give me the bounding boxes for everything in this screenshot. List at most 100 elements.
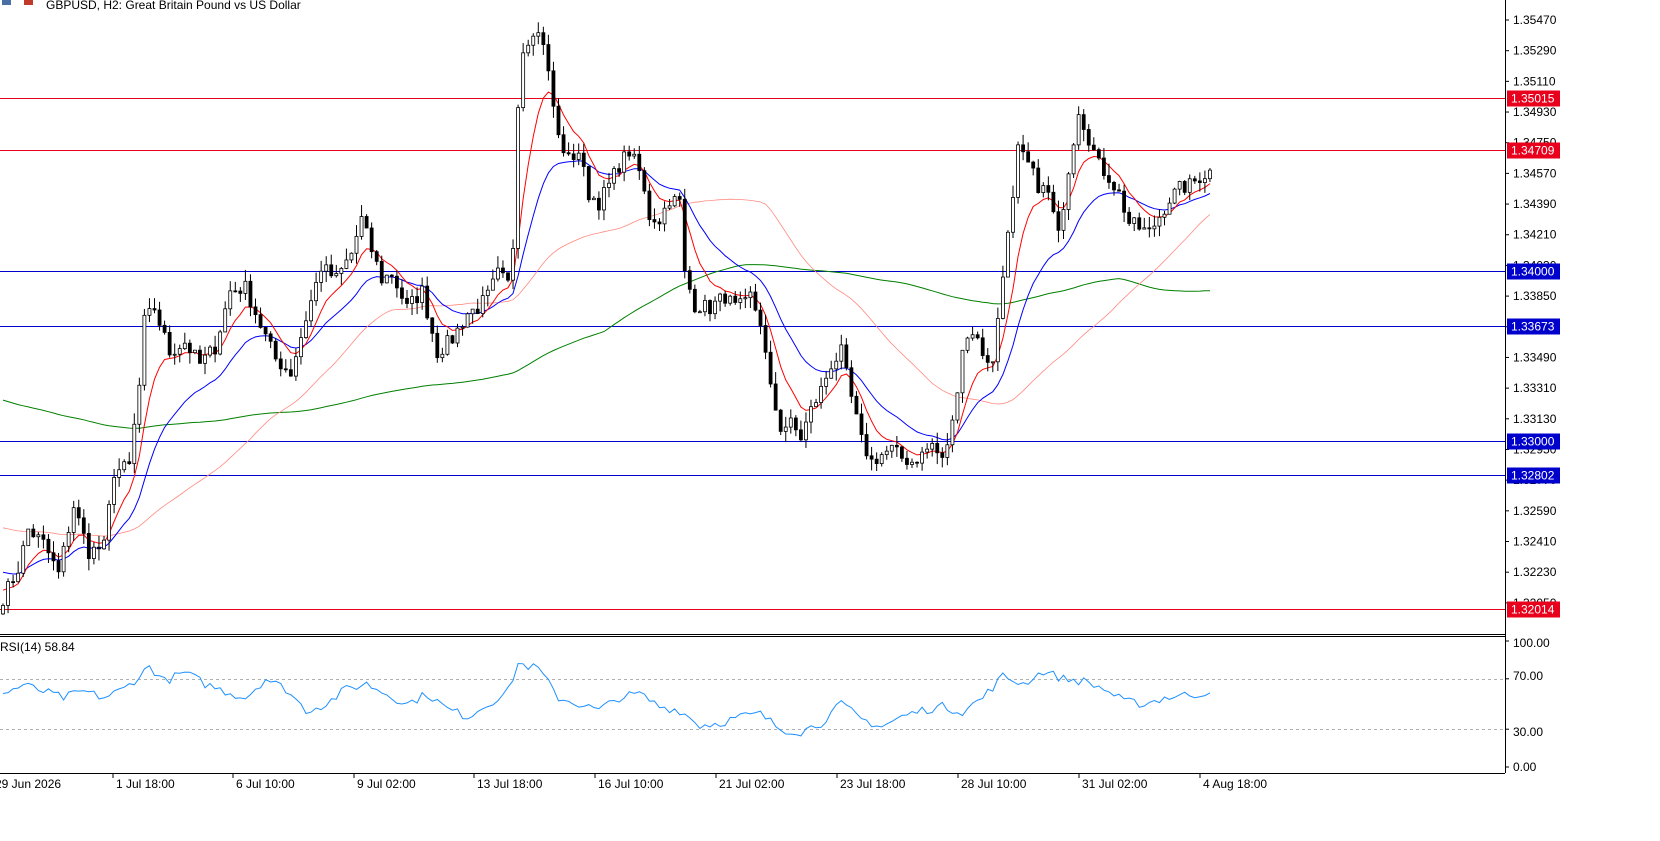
candle-body bbox=[566, 152, 571, 155]
candle-body bbox=[1167, 202, 1172, 215]
candle-body bbox=[718, 293, 722, 302]
candle-body bbox=[152, 308, 157, 311]
candle-body bbox=[672, 196, 677, 207]
candle-body bbox=[283, 368, 288, 371]
candle-body bbox=[753, 291, 758, 311]
candle-body bbox=[1036, 167, 1041, 193]
candle-body bbox=[142, 314, 147, 386]
time-tick-label: 13 Jul 18:00 bbox=[477, 777, 543, 791]
time-tick-label: 31 Jul 02:00 bbox=[1082, 777, 1148, 791]
candle-body bbox=[1016, 144, 1020, 198]
candle-body bbox=[228, 290, 233, 310]
candle-body bbox=[561, 134, 566, 154]
candle-body bbox=[869, 455, 874, 460]
candle-body bbox=[571, 153, 576, 160]
candle-body bbox=[435, 332, 440, 359]
candle-body bbox=[233, 290, 238, 293]
candle-body bbox=[203, 354, 207, 364]
time-tick-label: 16 Jul 10:00 bbox=[598, 777, 664, 791]
candle-body bbox=[1187, 178, 1192, 193]
candle-body bbox=[844, 344, 849, 369]
candle-body bbox=[1122, 190, 1126, 213]
candle-body bbox=[208, 346, 212, 356]
price-tick-label: 1.33310 bbox=[1513, 381, 1557, 395]
symbol-header: GBPUSD, H2: Great Britain Pound vs US Do… bbox=[2, 0, 301, 12]
candle-body bbox=[182, 342, 187, 350]
candle-body bbox=[198, 349, 202, 364]
candle-body bbox=[738, 298, 743, 303]
candle-body bbox=[960, 349, 965, 394]
candle-body bbox=[788, 417, 793, 428]
level-price-label: 1.33000 bbox=[1511, 435, 1555, 449]
candle-body bbox=[1056, 211, 1061, 231]
candle-body bbox=[879, 454, 884, 464]
rsi-tick-100: 100.00 bbox=[1513, 636, 1550, 650]
candle-body bbox=[773, 383, 778, 411]
level-price-label: 1.35015 bbox=[1511, 92, 1555, 106]
candle-body bbox=[652, 219, 657, 223]
candle-body bbox=[1157, 216, 1162, 227]
candle-body bbox=[804, 421, 808, 441]
time-tick-label: 21 Jul 02:00 bbox=[719, 777, 785, 791]
candle-body bbox=[243, 280, 248, 294]
candle-body bbox=[137, 384, 142, 425]
candle-body bbox=[11, 581, 16, 584]
candle-body bbox=[698, 311, 702, 314]
price-tick-label: 1.34390 bbox=[1513, 197, 1557, 211]
candle-body bbox=[1117, 189, 1121, 192]
candle-body bbox=[420, 285, 425, 304]
candle-body bbox=[46, 538, 51, 554]
candle-body bbox=[51, 552, 56, 562]
candle-body bbox=[1127, 211, 1132, 224]
candle-body bbox=[238, 290, 243, 294]
candle-body bbox=[728, 295, 733, 304]
candle-body bbox=[905, 457, 909, 465]
candle-body bbox=[167, 331, 172, 356]
candle-body bbox=[1006, 231, 1010, 278]
candle-body bbox=[632, 153, 637, 157]
candle-body bbox=[531, 35, 536, 46]
candle-body bbox=[36, 534, 41, 538]
candle-body bbox=[768, 351, 773, 385]
candle-body bbox=[925, 448, 930, 453]
candle-body bbox=[975, 334, 980, 339]
candle-body bbox=[324, 264, 329, 272]
candle-body bbox=[1147, 227, 1152, 230]
candle-body bbox=[495, 267, 500, 280]
candle-body bbox=[102, 539, 106, 550]
candle-body bbox=[1112, 182, 1116, 191]
candle-body bbox=[1, 605, 5, 615]
candle-body bbox=[945, 444, 950, 458]
candle-body bbox=[1132, 217, 1137, 224]
candle-body bbox=[1076, 114, 1081, 146]
candle-body bbox=[440, 353, 445, 359]
candle-body bbox=[344, 259, 349, 269]
candle-body bbox=[849, 367, 854, 397]
candle-body bbox=[829, 368, 834, 379]
candle-body bbox=[415, 296, 420, 304]
candle-body bbox=[713, 300, 717, 315]
candle-body bbox=[400, 287, 404, 299]
candle-body bbox=[1142, 227, 1147, 230]
candle-body bbox=[187, 342, 192, 354]
candle-body bbox=[192, 349, 197, 354]
candle-body bbox=[97, 546, 101, 550]
candle-body bbox=[490, 278, 495, 291]
price-chart[interactable]: GBPUSD, H2: Great Britain Pound vs US Do… bbox=[0, 0, 1660, 841]
candle-body bbox=[874, 458, 879, 464]
candle-body bbox=[71, 507, 76, 533]
candle-body bbox=[329, 264, 334, 277]
candle-body bbox=[602, 187, 606, 211]
candle-body bbox=[405, 297, 409, 304]
candle-body bbox=[288, 369, 293, 377]
candle-body bbox=[1177, 181, 1182, 190]
candle-body bbox=[591, 197, 596, 201]
candle-body bbox=[662, 207, 667, 225]
candle-body bbox=[657, 221, 662, 225]
candle-body bbox=[965, 337, 970, 351]
candle-body bbox=[92, 546, 96, 559]
candle-body bbox=[915, 461, 919, 464]
candle-body bbox=[465, 313, 470, 328]
candle-body bbox=[1192, 178, 1197, 182]
candle-body bbox=[21, 545, 26, 574]
